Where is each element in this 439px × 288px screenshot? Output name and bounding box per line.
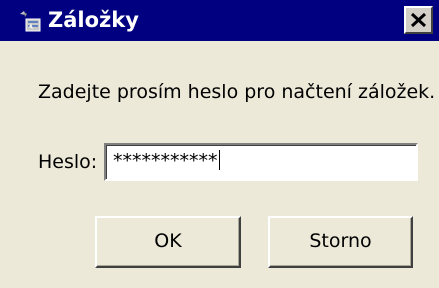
- title-bar[interactable]: Záložky: [0, 0, 439, 41]
- close-icon: [410, 12, 427, 28]
- prompt-message: Zadejte prosím heslo pro načtení záložek…: [38, 81, 436, 103]
- text-caret: [218, 150, 220, 170]
- password-input[interactable]: ***********: [104, 143, 418, 181]
- dialog-window: Záložky Zadejte prosím heslo pro načtení…: [0, 0, 439, 288]
- ok-button[interactable]: OK: [95, 216, 241, 268]
- close-button[interactable]: [404, 6, 433, 34]
- cancel-button[interactable]: Storno: [268, 216, 413, 268]
- bookmarks-icon: [17, 10, 45, 34]
- password-label: Heslo:: [38, 151, 98, 173]
- password-value: ***********: [113, 150, 218, 172]
- window-title: Záložky: [48, 8, 139, 32]
